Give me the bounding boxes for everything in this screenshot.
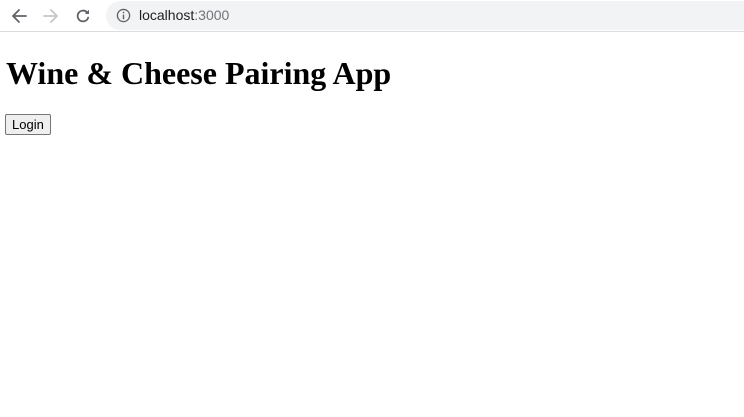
browser-toolbar: localhost:3000 — [0, 0, 744, 32]
url-port: :3000 — [194, 7, 230, 23]
back-button[interactable] — [7, 4, 31, 28]
info-icon[interactable] — [116, 8, 131, 23]
url-host: localhost — [139, 7, 195, 23]
arrow-right-icon — [43, 9, 58, 23]
reload-button[interactable] — [71, 4, 95, 28]
url-text[interactable]: localhost:3000 — [139, 7, 229, 24]
forward-button[interactable] — [39, 4, 63, 28]
address-bar[interactable]: localhost:3000 — [106, 1, 744, 30]
page-title: Wine & Cheese Pairing App — [6, 55, 392, 91]
page-content: Wine & Cheese Pairing App Login — [0, 32, 744, 417]
arrow-left-icon — [12, 9, 27, 23]
reload-icon — [76, 9, 90, 23]
login-button[interactable]: Login — [5, 114, 51, 135]
